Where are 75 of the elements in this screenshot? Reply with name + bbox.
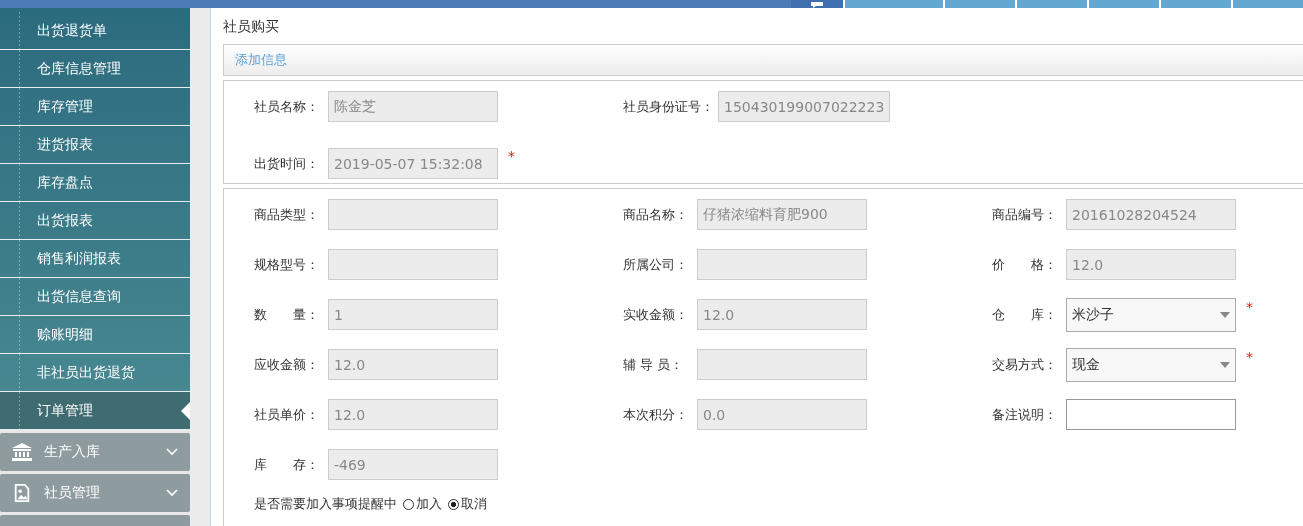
sidebar-item[interactable]: 仓库信息管理 — [0, 50, 190, 88]
sidebar-item[interactable]: 赊账明细 — [0, 316, 190, 354]
bank-icon — [12, 443, 32, 461]
input-field[interactable]: 12.0 — [328, 399, 498, 430]
input-field[interactable]: 2019-05-07 15:32:08 — [328, 148, 498, 179]
sidebar-item[interactable]: 出货报表 — [0, 202, 190, 240]
field-label: 实收金额： — [623, 305, 689, 324]
menu-group[interactable]: 社员管理 — [0, 474, 190, 512]
input-field[interactable]: 1 — [328, 299, 498, 330]
field-label: 所属公司： — [623, 255, 689, 274]
input-field[interactable] — [697, 249, 867, 280]
field-label: 社员身份证号： — [623, 97, 714, 116]
input-field[interactable]: 12.0 — [328, 349, 498, 380]
sidebar-item[interactable]: 订单管理 — [0, 392, 190, 430]
radio-icon[interactable] — [403, 498, 414, 510]
sidebar-item[interactable]: 出货信息查询 — [0, 278, 190, 316]
input-field[interactable] — [328, 249, 498, 280]
menu-group-label: 社员管理 — [44, 484, 101, 502]
menu-group[interactable]: 生产入库 — [0, 433, 190, 471]
field-label: 仓 库： — [992, 305, 1058, 324]
input-field[interactable]: 陈金芝 — [328, 91, 498, 122]
input-field[interactable]: 12.0 — [697, 299, 867, 330]
field-label: 辅 导 员： — [623, 355, 685, 374]
field-label: 数 量： — [254, 305, 320, 324]
top-tab[interactable] — [1087, 0, 1159, 8]
field-label: 价 格： — [992, 255, 1058, 274]
field-label: 交易方式： — [992, 355, 1058, 374]
field-label: 商品编号： — [992, 205, 1058, 224]
dropdown[interactable]: 米沙子 — [1066, 297, 1236, 332]
reminder-question: 是否需要加入事项提醒中 — [254, 495, 397, 513]
top-tab[interactable] — [943, 0, 1015, 8]
top-tab[interactable] — [1015, 0, 1087, 8]
sidebar-item[interactable]: 库存管理 — [0, 88, 190, 126]
chevron-down-icon — [166, 448, 178, 456]
field-label: 商品类型： — [254, 205, 320, 224]
field-label: 备注说明： — [992, 405, 1058, 424]
field-label: 本次积分： — [623, 405, 689, 424]
radio-option[interactable]: 取消 — [444, 495, 487, 513]
input-field[interactable] — [328, 199, 498, 230]
sidebar-item[interactable]: 出货退货单 — [0, 12, 190, 50]
input-field[interactable]: -469 — [328, 449, 498, 480]
top-tab[interactable] — [1159, 0, 1231, 8]
sidebar-item[interactable]: 进货报表 — [0, 126, 190, 164]
radio-icon[interactable] — [448, 498, 459, 510]
required-mark: * — [508, 148, 515, 164]
top-tab[interactable] — [791, 0, 843, 8]
image-file-icon — [12, 484, 32, 502]
top-tab[interactable] — [1231, 0, 1303, 8]
input-field[interactable] — [697, 349, 867, 380]
sidebar-item[interactable]: 销售利润报表 — [0, 240, 190, 278]
input-field[interactable]: 0.0 — [697, 399, 867, 430]
field-label: 出货时间： — [254, 154, 320, 173]
input-field[interactable]: 仔猪浓缩料育肥900 — [697, 199, 867, 230]
sidebar-item[interactable]: 非社员出货退货 — [0, 354, 190, 392]
radio-option[interactable]: 加入 — [399, 495, 442, 513]
input-field[interactable]: 150430199007022223 — [718, 91, 891, 122]
input-field[interactable]: 20161028204524 — [1066, 199, 1236, 230]
field-label: 社员单价： — [254, 405, 320, 424]
menu-group-label: 生产入库 — [44, 443, 101, 461]
caret-icon — [1220, 361, 1230, 368]
field-label: 社员名称： — [254, 97, 320, 116]
page-title: 社员购买 — [223, 17, 280, 36]
input-field[interactable]: 12.0 — [1066, 249, 1236, 280]
sidebar-item[interactable]: 库存盘点 — [0, 164, 190, 202]
chevron-down-icon — [166, 489, 178, 497]
dropdown[interactable]: 现金 — [1066, 347, 1236, 382]
required-mark: * — [1246, 299, 1253, 315]
required-mark: * — [1246, 349, 1253, 365]
field-label: 商品名称： — [623, 205, 689, 224]
field-label: 应收金额： — [254, 355, 320, 374]
panel-title[interactable]: 添加信息 — [235, 51, 287, 69]
field-label: 规格型号： — [254, 255, 320, 274]
input-field[interactable] — [1066, 399, 1236, 430]
field-label: 库 存： — [254, 455, 320, 474]
caret-icon — [1220, 311, 1230, 318]
